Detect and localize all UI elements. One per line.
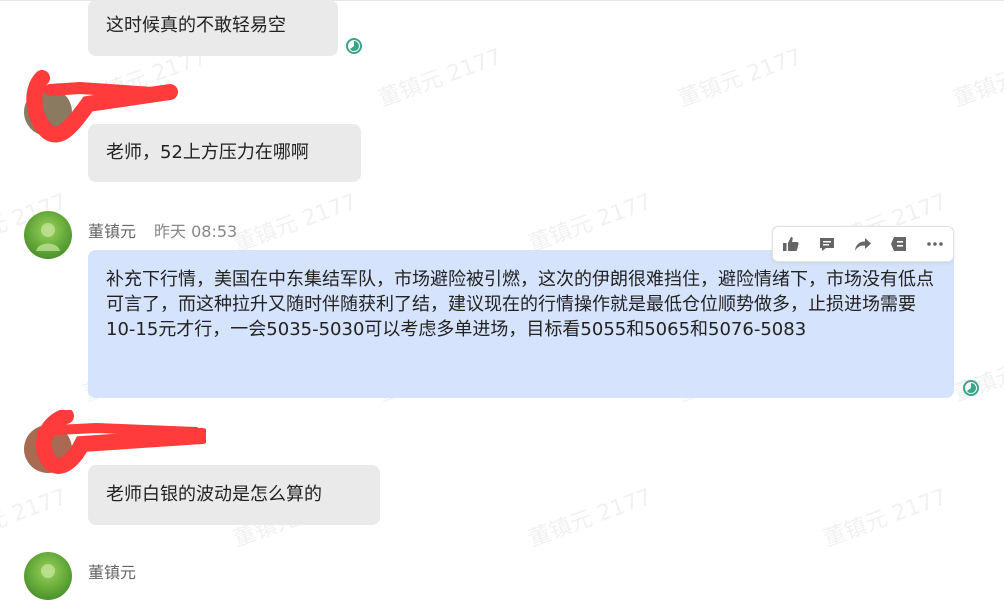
collect-icon bbox=[891, 237, 906, 251]
watermark: 董镇元 2177 bbox=[375, 44, 506, 113]
reply-button[interactable] bbox=[815, 232, 839, 256]
avatar-person-icon bbox=[36, 223, 60, 251]
forward-button[interactable] bbox=[851, 232, 875, 256]
watermark: 董镇元 2177 bbox=[820, 484, 951, 553]
watermark: 董镇元 2177 bbox=[675, 44, 806, 113]
read-status-icon bbox=[346, 38, 362, 54]
read-status-icon bbox=[963, 380, 979, 396]
watermark: 董镇元 2177 bbox=[0, 484, 71, 553]
like-button[interactable] bbox=[779, 232, 803, 256]
message-bubble[interactable]: 老师，52上方压力在哪啊 bbox=[88, 124, 361, 182]
message-action-toolbar bbox=[772, 226, 954, 262]
watermark: 董镇元 2177 bbox=[525, 189, 656, 258]
message-bubble[interactable]: 补充下行情，美国在中东集结军队，市场避险被引燃，这次的伊朗很难挡住，避险情绪下，… bbox=[88, 250, 954, 398]
avatar-person-icon bbox=[41, 564, 55, 578]
comment-icon bbox=[820, 238, 834, 251]
avatar[interactable] bbox=[24, 211, 72, 259]
watermark: 董镇元 2177 bbox=[950, 45, 1004, 113]
watermark: 董镇元 2177 bbox=[525, 484, 656, 553]
collect-button[interactable] bbox=[887, 232, 911, 256]
message-bubble[interactable]: 这时候真的不敢轻易空 bbox=[88, 0, 338, 56]
thumbs-up-icon bbox=[783, 237, 799, 251]
message-text: 老师白银的波动是怎么算的 bbox=[106, 484, 322, 505]
message-text: 这时候真的不敢轻易空 bbox=[106, 15, 286, 36]
sender-name: 董镇元 bbox=[88, 563, 137, 582]
avatar[interactable] bbox=[24, 552, 72, 600]
message-text: 补充下行情，美国在中东集结军队，市场避险被引燃，这次的伊朗很难挡住，避险情绪下，… bbox=[106, 269, 934, 340]
message-text: 老师，52上方压力在哪啊 bbox=[106, 142, 309, 163]
sender-name: 董镇元 bbox=[88, 222, 137, 241]
watermark: 董镇元 2177 bbox=[230, 189, 361, 258]
message-time: 昨天 08:53 bbox=[154, 222, 238, 241]
watermark: 董镇元 2177 bbox=[950, 340, 1004, 408]
more-button[interactable] bbox=[923, 232, 947, 256]
forward-icon bbox=[855, 238, 871, 251]
more-icon bbox=[927, 242, 943, 246]
message-bubble[interactable]: 老师白银的波动是怎么算的 bbox=[88, 465, 380, 525]
